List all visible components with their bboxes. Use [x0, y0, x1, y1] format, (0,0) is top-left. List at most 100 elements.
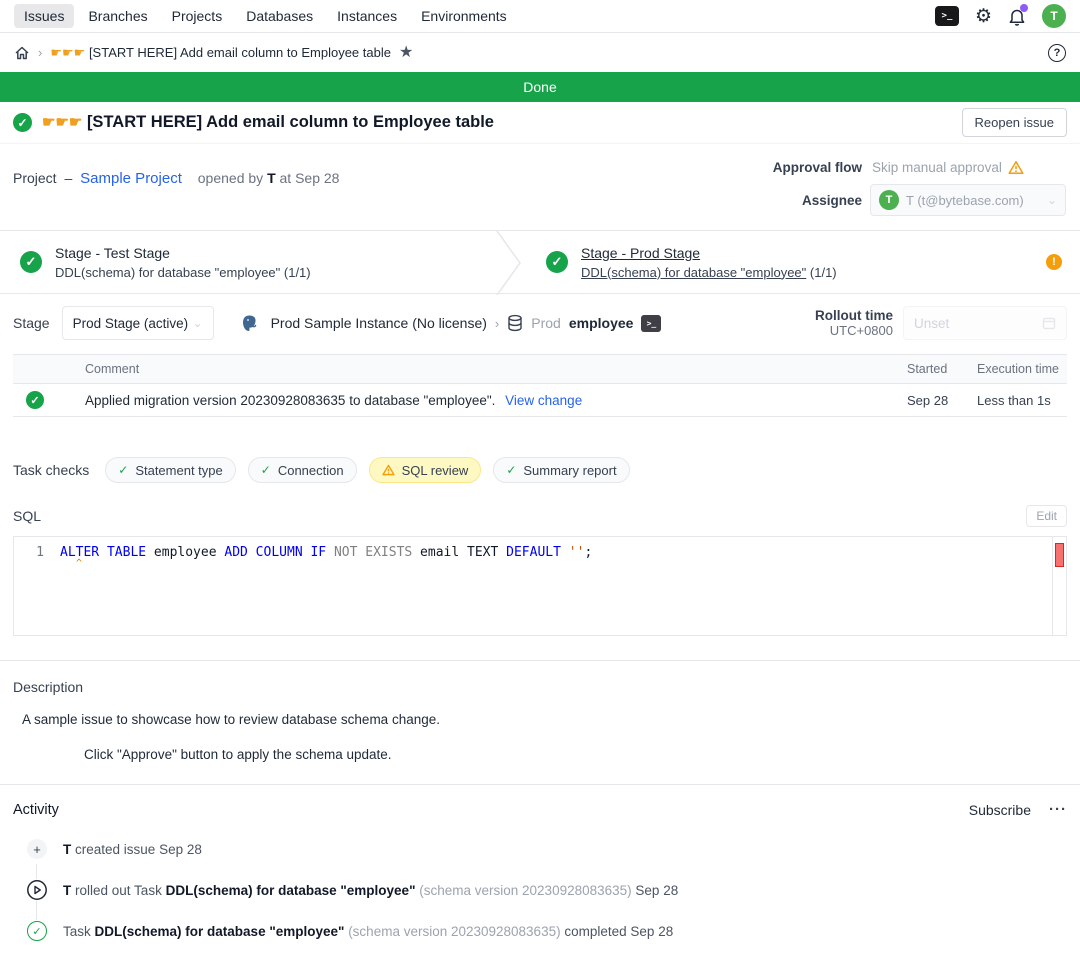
task-success-icon: ✓	[26, 391, 44, 409]
sql-editor-icon[interactable]: >_	[935, 6, 959, 26]
meta-right-panel: Approval flow Skip manual approval Assig…	[773, 160, 1066, 216]
stage-select[interactable]: Prod Stage (active) ⌄	[62, 306, 214, 340]
subscribe-button[interactable]: Subscribe	[969, 802, 1031, 818]
editor-scrollbar[interactable]	[1052, 537, 1066, 635]
task-checks: Task checks ✓ Statement type ✓ Connectio…	[0, 457, 1080, 483]
nav-tab-databases[interactable]: Databases	[236, 4, 323, 28]
check-connection[interactable]: ✓ Connection	[248, 457, 357, 483]
stage-done-icon: ✓	[20, 251, 42, 273]
col-comment: Comment	[57, 362, 907, 376]
activity-item: T rolled out Task DDL(schema) for databa…	[13, 879, 1067, 901]
stage-subtitle: DDL(schema) for database "employee" (1/1…	[55, 265, 311, 280]
check-statement-type[interactable]: ✓ Statement type	[105, 457, 236, 483]
assignee-avatar: T	[879, 190, 899, 210]
chevron-down-icon: ⌄	[1047, 193, 1057, 207]
stage-strip: ✓ Stage - Test Stage DDL(schema) for dat…	[0, 230, 1080, 294]
table-row[interactable]: ✓ Applied migration version 202309280836…	[13, 384, 1067, 417]
stage-title: Stage - Test Stage	[55, 245, 311, 261]
postgresql-icon	[240, 314, 259, 333]
nav-tab-issues[interactable]: Issues	[14, 4, 74, 28]
rollout-time: Rollout time UTC+0800 Unset	[815, 306, 1067, 340]
activity-label: Activity	[13, 802, 59, 818]
stage-warning-badge[interactable]: !	[1046, 254, 1062, 270]
actor-name: T	[63, 842, 71, 857]
task-run-table: Comment Started Execution time ✓ Applied…	[13, 354, 1067, 417]
description-section: Description A sample issue to showcase h…	[0, 661, 1080, 784]
issue-title: ☛☛☛ [START HERE] Add email column to Emp…	[42, 113, 494, 132]
check-warning-icon	[382, 464, 395, 476]
opener-name: T	[267, 170, 276, 186]
actor-name: T	[63, 883, 71, 898]
star-icon[interactable]: ★	[399, 45, 413, 61]
check-success-icon: ✓	[261, 463, 271, 477]
nav-tab-branches[interactable]: Branches	[78, 4, 157, 28]
user-avatar[interactable]: T	[1042, 4, 1066, 28]
check-summary-report[interactable]: ✓ Summary report	[493, 457, 629, 483]
help-icon[interactable]: ?	[1048, 44, 1066, 62]
more-options-icon[interactable]: ···	[1049, 801, 1067, 818]
breadcrumb: › ☛☛☛ [START HERE] Add email column to E…	[0, 33, 1080, 72]
db-name[interactable]: employee	[569, 315, 634, 331]
check-sql-review[interactable]: SQL review	[369, 457, 482, 483]
task-started: Sep 28	[907, 393, 971, 408]
rollout-time-input[interactable]: Unset	[903, 306, 1067, 340]
pointing-emoji: ☛☛☛	[50, 45, 85, 60]
completed-check-icon: ✓	[27, 921, 47, 941]
description-line: Click "Approve" button to apply the sche…	[84, 747, 1067, 762]
task-execution-time: Less than 1s	[971, 393, 1067, 408]
db-environment: Prod	[531, 315, 561, 331]
sql-edit-button[interactable]: Edit	[1026, 505, 1067, 527]
nav-tab-instances[interactable]: Instances	[327, 4, 407, 28]
notification-bell-icon[interactable]	[1008, 7, 1026, 26]
stage-detail-row: Stage Prod Stage (active) ⌄ Prod Sample …	[0, 294, 1080, 352]
col-started: Started	[907, 362, 971, 376]
notification-dot	[1020, 4, 1028, 12]
activity-timeline: + T created issue Sep 28 T rolled out Ta…	[13, 838, 1067, 942]
stage-test[interactable]: ✓ Stage - Test Stage DDL(schema) for dat…	[0, 231, 496, 293]
error-marker	[1055, 543, 1064, 567]
sql-editor[interactable]: 1 ALTER TABLE employee ADD COLUMN IF NOT…	[13, 536, 1067, 636]
sql-section-header: SQL Edit	[0, 505, 1080, 527]
opened-by: opened by T at Sep 28	[198, 170, 340, 186]
reopen-issue-button[interactable]: Reopen issue	[962, 108, 1068, 137]
task-checks-label: Task checks	[13, 462, 89, 478]
stage-divider-chevron	[496, 231, 522, 295]
table-header: Comment Started Execution time	[13, 354, 1067, 384]
description-label: Description	[13, 679, 1067, 695]
description-line: A sample issue to showcase how to review…	[22, 712, 1067, 727]
top-nav: Issues Branches Projects Databases Insta…	[0, 0, 1080, 33]
project-line: Project – Sample Project opened by T at …	[13, 160, 339, 216]
gear-icon[interactable]: ⚙	[975, 7, 992, 26]
open-in-sql-editor-icon[interactable]: >_	[641, 315, 661, 332]
view-change-link[interactable]: View change	[505, 393, 582, 408]
issue-done-icon: ✓	[13, 113, 32, 132]
pointing-emoji: ☛☛☛	[42, 114, 82, 131]
project-link[interactable]: Sample Project	[80, 170, 182, 187]
home-icon[interactable]	[14, 45, 30, 61]
stage-select-value: Prod Stage (active)	[73, 316, 189, 331]
approval-flow-label: Approval flow	[773, 160, 862, 175]
stage-prod[interactable]: ✓ Stage - Prod Stage DDL(schema) for dat…	[522, 231, 1080, 293]
nav-tab-environments[interactable]: Environments	[411, 4, 517, 28]
issue-meta: Project – Sample Project opened by T at …	[0, 144, 1080, 230]
instance-name[interactable]: Prod Sample Instance (No license)	[271, 315, 487, 331]
check-success-icon: ✓	[118, 463, 128, 477]
line-number: 1	[14, 545, 60, 560]
sql-label: SQL	[13, 508, 41, 524]
chevron-right-icon: ›	[495, 316, 499, 331]
check-success-icon: ✓	[506, 463, 516, 477]
task-name: DDL(schema) for database "employee"	[95, 924, 345, 939]
rollout-timezone: UTC+0800	[815, 323, 893, 338]
breadcrumb-title: ☛☛☛ [START HERE] Add email column to Emp…	[50, 45, 391, 61]
task-name: DDL(schema) for database "employee"	[166, 883, 416, 898]
rollout-time-value: Unset	[914, 316, 949, 331]
warning-triangle-icon	[1008, 160, 1024, 175]
created-icon: +	[27, 839, 47, 859]
status-banner: Done	[0, 72, 1080, 102]
chevron-down-icon: ⌄	[193, 316, 203, 330]
sql-warning-caret: ^	[76, 560, 1066, 568]
col-execution-time: Execution time	[971, 362, 1067, 376]
activity-item: + T created issue Sep 28	[13, 838, 1067, 860]
nav-tab-projects[interactable]: Projects	[162, 4, 233, 28]
assignee-select[interactable]: T T (t@bytebase.com) ⌄	[870, 184, 1066, 216]
